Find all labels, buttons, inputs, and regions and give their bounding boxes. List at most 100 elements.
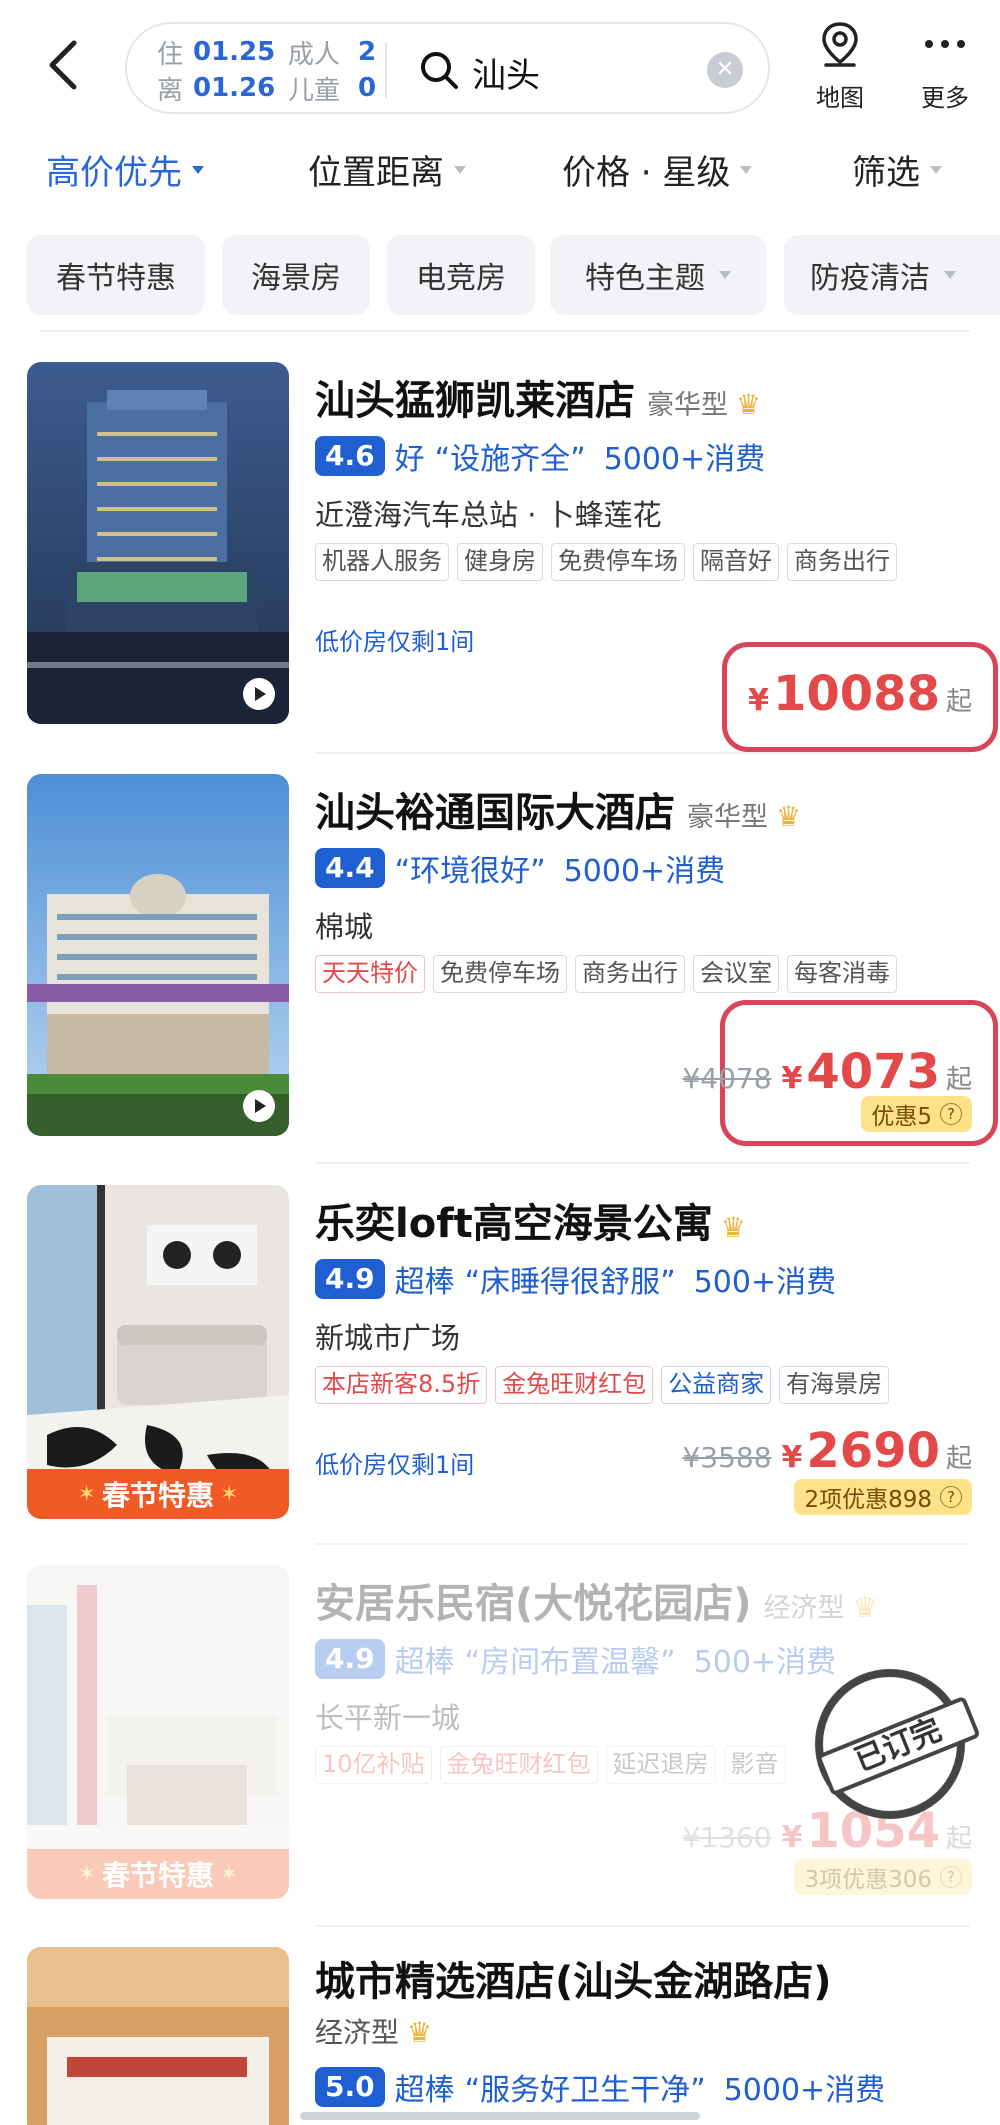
hotel-name-text: 汕头裕通国际大酒店 bbox=[315, 790, 675, 836]
hotel-grade-row: 经济型 ♛ bbox=[315, 2011, 432, 2051]
hotel-name: 乐奕loft高空海景公寓 ♛ bbox=[315, 1191, 746, 1249]
divider bbox=[315, 1162, 970, 1164]
search-input[interactable]: 汕头 bbox=[472, 48, 540, 97]
hotel-photo[interactable]: ✶ 春节特惠 ✶ bbox=[27, 1185, 289, 1519]
hotel-photo[interactable] bbox=[27, 362, 289, 724]
chip-label: 春节特惠 bbox=[56, 261, 176, 296]
chip-theme[interactable]: 特色主题 bbox=[550, 235, 766, 315]
home-indicator[interactable] bbox=[300, 2112, 700, 2120]
sparkle-icon: ✶ bbox=[77, 1861, 96, 1887]
review-count: 5000+消费 bbox=[723, 2073, 886, 2108]
help-icon: ? bbox=[940, 1103, 962, 1125]
chip-sea-view[interactable]: 海景房 bbox=[222, 235, 370, 315]
crown-icon: ♛ bbox=[720, 1211, 746, 1244]
feature-tags: 10亿补贴 金兔旺财红包 延迟退房 影音 bbox=[315, 1746, 794, 1784]
promo-tag: 本店新客8.5折 bbox=[315, 1366, 488, 1404]
hotel-name: 安居乐民宿(大悦花园店) 经济型 ♛ bbox=[315, 1571, 878, 1629]
feature-tags: 机器人服务 健身房 免费停车场 隔音好 商务出行 bbox=[315, 543, 905, 581]
sort-tab-distance[interactable]: 位置距离 bbox=[308, 145, 466, 194]
play-video-icon[interactable] bbox=[243, 1090, 275, 1122]
chip-esports[interactable]: 电竞房 bbox=[387, 235, 535, 315]
map-button[interactable]: 地图 bbox=[805, 20, 875, 113]
rating-word: 超棒 bbox=[394, 1265, 455, 1300]
currency-symbol: ¥ bbox=[781, 1061, 803, 1096]
play-video-icon[interactable] bbox=[243, 678, 275, 710]
crown-icon: ♛ bbox=[736, 388, 762, 421]
sparkle-icon: ✶ bbox=[220, 1861, 239, 1887]
rating-row: 5.0 超棒 “服务好卫生干净” 5000+消费 bbox=[315, 2065, 885, 2109]
chip-spring-festival[interactable]: 春节特惠 bbox=[27, 235, 205, 315]
review-quote: “服务好卫生干净” bbox=[464, 2073, 706, 2108]
checkin-date: 01.25 bbox=[193, 37, 276, 67]
caret-down-icon bbox=[454, 165, 466, 174]
hotel-card-sold-out[interactable]: ✶ 春节特惠 ✶ 安居乐民宿(大悦花园店) 经济型 ♛ 4.9 超棒 “房间布置温馨” … bbox=[0, 1563, 1000, 1943]
adults-count: 2 bbox=[358, 37, 377, 67]
map-pin-icon bbox=[822, 22, 858, 67]
divider bbox=[315, 752, 970, 754]
review-count: 5000+消费 bbox=[603, 442, 766, 477]
review-count: 500+消费 bbox=[693, 1265, 837, 1300]
rating-word: 超棒 bbox=[394, 1645, 455, 1680]
hotel-grade: 豪华型 bbox=[687, 802, 768, 833]
date-guest-selector[interactable]: 住 01.25 成人 2 离 01.26 儿童 0 bbox=[157, 34, 382, 106]
discount-badge[interactable]: 优惠5? bbox=[861, 1096, 972, 1132]
rating-word: 好 bbox=[394, 442, 425, 477]
crown-icon: ♛ bbox=[776, 800, 802, 833]
hotel-photo[interactable] bbox=[27, 1947, 289, 2125]
clear-icon[interactable]: ✕ bbox=[707, 52, 743, 88]
hotel-photo[interactable]: ✶ 春节特惠 ✶ bbox=[27, 1565, 289, 1899]
sort-tab-label: 高价优先 bbox=[46, 153, 182, 193]
rating-row: 4.9 超棒 “床睡得很舒服” 500+消费 bbox=[315, 1257, 836, 1301]
feature-tag: 健身房 bbox=[457, 543, 543, 581]
rating-row: 4.9 超棒 “房间布置温馨” 500+消费 bbox=[315, 1637, 836, 1681]
price: 2690 bbox=[806, 1423, 940, 1479]
hotel-name: 汕头裕通国际大酒店 豪华型 ♛ bbox=[315, 780, 801, 838]
charity-tag: 公益商家 bbox=[661, 1366, 772, 1404]
price-block: ¥1360 ¥1054 起 3项优惠306? bbox=[572, 1803, 972, 1895]
feature-tags: 天天特价 免费停车场 商务出行 会议室 每客消毒 bbox=[315, 955, 905, 993]
divider bbox=[315, 1543, 970, 1545]
price-from-label: 起 bbox=[945, 1444, 972, 1474]
feature-tag: 有海景房 bbox=[779, 1366, 890, 1404]
hotel-card[interactable]: 城市精选酒店(汕头金湖路店) 经济型 ♛ 5.0 超棒 “服务好卫生干净” 500… bbox=[0, 1945, 1000, 2125]
hotel-card[interactable]: ✶ 春节特惠 ✶ 乐奕loft高空海景公寓 ♛ 4.9 超棒 “床睡得很舒服” 500… bbox=[0, 1183, 1000, 1563]
hotel-location: 新城市广场 bbox=[315, 1321, 461, 1355]
sort-tab-price-high[interactable]: 高价优先 bbox=[46, 145, 204, 194]
sort-tab-price-star[interactable]: 价格 · 星级 bbox=[562, 145, 753, 194]
back-arrow-icon[interactable] bbox=[40, 35, 90, 95]
caret-down-icon bbox=[740, 165, 753, 174]
caret-down-icon bbox=[930, 165, 942, 174]
hotel-location: 棉城 bbox=[315, 910, 374, 944]
children-label: 儿童 bbox=[288, 75, 341, 106]
hotel-photo[interactable] bbox=[27, 774, 289, 1136]
chip-label: 特色主题 bbox=[585, 261, 705, 296]
hotel-card[interactable]: 汕头裕通国际大酒店 豪华型 ♛ 4.4 “环境很好” 5000+消费 棉城 天天特价… bbox=[0, 772, 1000, 1162]
hotel-card[interactable]: 汕头猛狮凯莱酒店 豪华型 ♛ 4.6 好 “设施齐全” 5000+消费 近澄海汽车总… bbox=[0, 360, 1000, 752]
caret-down-icon bbox=[192, 165, 204, 174]
search-bar[interactable]: 住 01.25 成人 2 离 01.26 儿童 0 汕头 ✕ bbox=[125, 22, 770, 114]
sort-tab-filter[interactable]: 筛选 bbox=[852, 145, 942, 194]
price: 4073 bbox=[806, 1044, 940, 1100]
chip-sanitation[interactable]: 防疫清洁 bbox=[784, 235, 1000, 315]
more-label: 更多 bbox=[921, 84, 969, 112]
review-count: 5000+消费 bbox=[563, 854, 726, 889]
review-count: 500+消费 bbox=[693, 1645, 837, 1680]
price: 10088 bbox=[772, 666, 940, 722]
hotel-grade: 经济型 bbox=[315, 2016, 400, 2049]
chip-label: 电竞房 bbox=[416, 261, 506, 296]
sparkle-icon: ✶ bbox=[220, 1481, 239, 1507]
rating-row: 4.6 好 “设施齐全” 5000+消费 bbox=[315, 434, 765, 478]
help-icon: ? bbox=[940, 1486, 962, 1508]
promo-tag: 金兔旺财红包 bbox=[495, 1366, 654, 1404]
feature-tag: 影音 bbox=[723, 1746, 786, 1784]
rating-score: 4.4 bbox=[315, 848, 385, 888]
review-quote: “设施齐全” bbox=[434, 442, 586, 477]
crown-icon: ♛ bbox=[852, 1591, 878, 1624]
discount-badge[interactable]: 3项优惠306? bbox=[794, 1859, 972, 1895]
more-button[interactable]: 更多 bbox=[910, 20, 980, 113]
feature-tag: 会议室 bbox=[693, 955, 779, 993]
currency-symbol: ¥ bbox=[781, 1820, 803, 1855]
discount-badge[interactable]: 2项优惠898? bbox=[794, 1479, 972, 1515]
divider bbox=[40, 330, 970, 332]
feature-tag: 商务出行 bbox=[575, 955, 685, 993]
